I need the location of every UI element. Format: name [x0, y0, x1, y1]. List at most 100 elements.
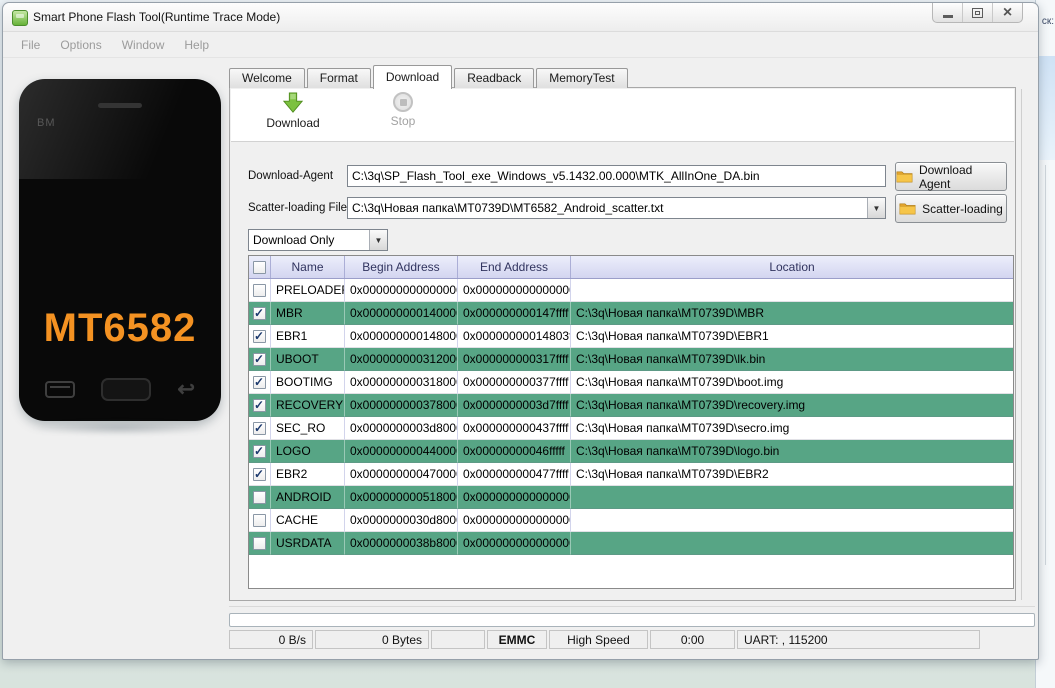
table-row[interactable]: CACHE 0x0000000030d80000 0x000000000000000… — [249, 509, 1013, 532]
table-row[interactable]: MBR0x00000000014000000x000000000147ffffC… — [249, 302, 1013, 325]
row-checkbox[interactable] — [253, 375, 266, 389]
cell-name: SEC_RO — [271, 417, 345, 440]
tab-strip: Welcome Format Download Readback MemoryT… — [229, 65, 630, 89]
select-all-checkbox[interactable] — [253, 260, 266, 274]
menu-options[interactable]: Options — [50, 35, 111, 55]
download-arrow-icon — [282, 92, 304, 113]
cell-location: C:\3q\Новая папка\MT0739D\EBR2 — [571, 463, 1013, 486]
row-checkbox[interactable] — [253, 536, 266, 550]
row-checkbox[interactable] — [253, 467, 266, 481]
menu-window[interactable]: Window — [112, 35, 175, 55]
tab-welcome[interactable]: Welcome — [229, 68, 305, 88]
cell-location: C:\3q\Новая папка\MT0739D\MBR — [571, 302, 1013, 325]
cell-end-address: 0x0000000000000000 — [458, 279, 571, 302]
partition-table-body: PRELOADER 0x0000000000000000 0x00000000000… — [249, 279, 1013, 555]
cell-name: EBR2 — [271, 463, 345, 486]
status-usb-mode: High Speed — [549, 630, 648, 649]
phone-shadow — [31, 421, 209, 435]
row-checkbox-cell — [249, 417, 271, 440]
stop-action-button[interactable]: Stop — [365, 92, 441, 128]
close-icon: × — [1002, 3, 1013, 21]
download-mode-value: Download Only — [253, 233, 335, 247]
phone-brand-label: BM — [37, 117, 56, 129]
header-end-address[interactable]: End Address — [458, 256, 571, 278]
minimize-button[interactable] — [933, 3, 963, 22]
row-checkbox-cell — [249, 394, 271, 417]
cell-begin-address: 0x0000000003180000 — [345, 371, 458, 394]
row-checkbox[interactable] — [253, 352, 266, 366]
phone-menu-icon — [45, 381, 75, 398]
row-checkbox[interactable] — [253, 306, 266, 320]
row-checkbox[interactable] — [253, 329, 266, 343]
chevron-down-icon: ▼ — [872, 203, 881, 213]
tab-memorytest[interactable]: MemoryTest — [536, 68, 628, 88]
download-agent-button[interactable]: Download Agent — [895, 162, 1007, 191]
status-storage: EMMC — [487, 630, 547, 649]
cell-name: RECOVERY — [271, 394, 345, 417]
row-checkbox[interactable] — [253, 513, 266, 527]
scatter-loading-button[interactable]: Scatter-loading — [895, 194, 1007, 223]
folder-icon — [896, 171, 913, 183]
menu-file[interactable]: File — [11, 35, 50, 55]
select-all-cell — [249, 256, 271, 278]
tab-readback[interactable]: Readback — [454, 68, 535, 88]
table-row[interactable]: RECOVERY0x00000000037800000x0000000003d7… — [249, 394, 1013, 417]
row-checkbox-cell — [249, 279, 271, 302]
table-row[interactable]: PRELOADER 0x0000000000000000 0x00000000000… — [249, 279, 1013, 302]
app-icon — [12, 10, 28, 26]
download-mode-combobox[interactable]: Download Only ▼ — [248, 229, 388, 251]
cell-begin-address: 0x0000000003780000 — [345, 394, 458, 417]
table-row[interactable]: EBR20x00000000047000000x000000000477ffff… — [249, 463, 1013, 486]
scatter-file-combobox[interactable]: C:\3q\Новая папка\MT0739D\MT6582_Android… — [347, 197, 886, 219]
table-row[interactable]: ANDROID 0x0000000005180000 0x0000000000000… — [249, 486, 1013, 509]
cell-location: C:\3q\Новая папка\MT0739D\logo.bin — [571, 440, 1013, 463]
download-agent-label: Download-Agent — [248, 170, 334, 182]
cell-begin-address: 0x0000000005180000 — [345, 486, 458, 509]
stop-icon — [393, 92, 413, 112]
scatter-dropdown-button[interactable]: ▼ — [867, 198, 885, 218]
download-tab-page: Download Stop Download-Agent Download Ag… — [229, 87, 1016, 601]
cell-location: C:\3q\Новая папка\MT0739D\lk.bin — [571, 348, 1013, 371]
close-button[interactable]: × — [993, 3, 1022, 22]
window-title: Smart Phone Flash Tool(Runtime Trace Mod… — [33, 10, 281, 24]
row-checkbox[interactable] — [253, 283, 266, 297]
tab-format[interactable]: Format — [306, 68, 371, 88]
table-row[interactable]: USRDATA 0x0000000038b80000 0x0000000000000… — [249, 532, 1013, 555]
row-checkbox[interactable] — [253, 490, 266, 504]
row-checkbox-cell — [249, 509, 271, 532]
header-begin-address[interactable]: Begin Address — [345, 256, 458, 278]
row-checkbox[interactable] — [253, 398, 266, 412]
tab-download[interactable]: Download — [372, 65, 453, 89]
mode-dropdown-button[interactable]: ▼ — [369, 230, 387, 250]
header-location[interactable]: Location — [571, 256, 1013, 278]
header-name[interactable]: Name — [271, 256, 345, 278]
cell-location: C:\3q\Новая папка\MT0739D\recovery.img — [571, 394, 1013, 417]
restore-button[interactable] — [963, 3, 993, 22]
table-row[interactable]: EBR10x00000000014800000x00000000014803ff… — [249, 325, 1013, 348]
table-row[interactable]: LOGO0x00000000044000000x00000000046fffff… — [249, 440, 1013, 463]
download-agent-button-label: Download Agent — [918, 162, 973, 191]
cell-name: CACHE — [271, 509, 345, 532]
page-divider-line — [1021, 89, 1022, 600]
download-action-button[interactable]: Download — [255, 92, 331, 130]
status-bar: 0 B/s 0 Bytes EMMC High Speed 0:00 UART:… — [229, 630, 980, 649]
row-checkbox[interactable] — [253, 444, 266, 458]
table-row[interactable]: BOOTIMG0x00000000031800000x000000000377f… — [249, 371, 1013, 394]
phone-image: BM MT6582 ↩ — [19, 79, 221, 421]
chevron-down-icon: ▼ — [374, 235, 383, 245]
cell-name: MBR — [271, 302, 345, 325]
table-row[interactable]: UBOOT0x00000000031200000x000000000317fff… — [249, 348, 1013, 371]
restore-icon — [972, 7, 983, 18]
table-row[interactable]: SEC_RO0x0000000003d800000x000000000437ff… — [249, 417, 1013, 440]
row-checkbox-cell — [249, 348, 271, 371]
menu-help[interactable]: Help — [174, 35, 219, 55]
cell-name: UBOOT — [271, 348, 345, 371]
download-agent-input[interactable] — [347, 165, 886, 187]
partition-table-header: Name Begin Address End Address Location — [249, 256, 1013, 279]
phone-speaker — [98, 103, 142, 108]
cell-name: LOGO — [271, 440, 345, 463]
cell-begin-address: 0x0000000004400000 — [345, 440, 458, 463]
cell-name: PRELOADER — [271, 279, 345, 302]
title-bar[interactable]: Smart Phone Flash Tool(Runtime Trace Mod… — [3, 3, 1038, 32]
row-checkbox[interactable] — [253, 421, 266, 435]
